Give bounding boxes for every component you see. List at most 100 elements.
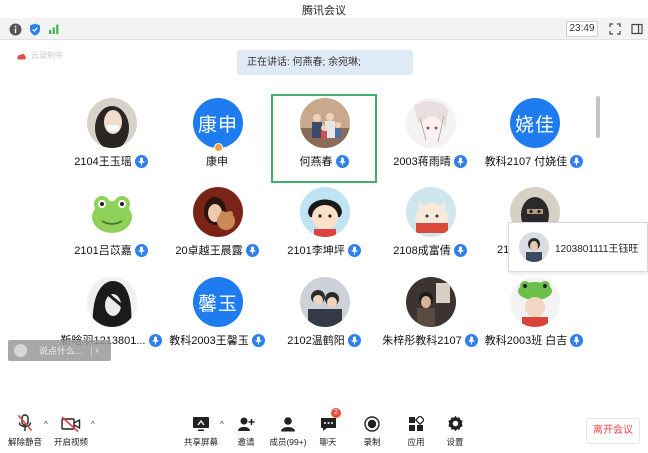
avatar: [193, 187, 243, 237]
start-video-label: 开启视频: [53, 437, 88, 447]
avatar: 娆佳: [510, 98, 560, 148]
collapse-icon[interactable]: ‹: [96, 345, 99, 356]
participant-name-row: 2104王玉瑶: [56, 153, 166, 169]
participant-name-row: 20卓越王晨露: [162, 242, 272, 258]
microphone-icon: [134, 154, 148, 168]
avatar: [406, 187, 456, 237]
microphone-icon: [148, 333, 162, 347]
participant-tile[interactable]: 20卓越王晨露: [162, 181, 272, 269]
microphone-icon: [251, 333, 265, 347]
avatar: [510, 277, 560, 327]
share-screen-icon: [192, 408, 210, 432]
add-user-icon: [237, 408, 255, 432]
hover-card-name: 1203801111王钰旺: [555, 243, 639, 255]
participant-name: 教科2003班 白吉: [484, 335, 568, 347]
participant-name: 康申: [206, 156, 228, 168]
participant-name: 2101吕苡嘉: [74, 245, 132, 257]
participant-name: 朱梓彤教科2107: [382, 335, 462, 347]
participant-name: 2104王玉瑶: [74, 156, 132, 168]
microphone-icon: [453, 154, 467, 168]
participant-tile[interactable]: 2003蒋雨晴: [375, 92, 485, 180]
members-label: 成员(99+): [269, 437, 307, 447]
avatar: [87, 187, 137, 237]
participant-name-row: 教科2003王馨玉: [162, 332, 272, 348]
participant-tile[interactable]: 康申 康申: [162, 92, 272, 180]
microphone-icon: [245, 243, 259, 257]
grid-scrollbar[interactable]: [596, 96, 600, 138]
camera-off-icon: [61, 408, 81, 432]
info-icon[interactable]: [8, 22, 22, 36]
avatar: [300, 277, 350, 327]
participant-name-row: 2102温鹤阳: [269, 332, 379, 348]
avatar: [87, 277, 137, 327]
recording-label: 云录制中: [31, 51, 63, 60]
participant-tile[interactable]: 娆佳 教科2107 付娆佳: [479, 92, 589, 180]
bottom-toolbar: 解除静音 ^ 开启视频 ^ 共享屏幕 ^ 邀请 成员(99+) 聊天 2 录制 …: [0, 408, 648, 453]
meeting-clock: 23:49: [566, 21, 598, 37]
avatar: [406, 277, 456, 327]
participant-tile[interactable]: 2108成富倩: [375, 181, 485, 269]
apps-icon: [408, 408, 424, 432]
chat-unread-badge: 2: [331, 408, 341, 418]
participant-name-row: 2101吕苡嘉: [56, 242, 166, 258]
fullscreen-icon[interactable]: [608, 22, 622, 36]
invite-button[interactable]: 邀请: [232, 408, 260, 448]
participant-tile[interactable]: 朱梓彤教科2107: [375, 271, 485, 359]
apps-label: 应用: [407, 437, 425, 447]
avatar: 康申: [193, 98, 243, 148]
participant-tile[interactable]: 2104王玉瑶: [56, 92, 166, 180]
participant-name: 2102温鹤阳: [287, 335, 345, 347]
speaking-banner: 正在讲话: 何燕春; 余宛琳;: [237, 50, 413, 75]
cloud-recording-indicator: 云录制中: [16, 50, 63, 61]
participant-tile[interactable]: 2102温鹤阳: [269, 271, 379, 359]
participant-tile[interactable]: 馨玉 教科2003王馨玉: [162, 271, 272, 359]
emoji-icon[interactable]: [14, 344, 27, 357]
mute-options-caret-icon[interactable]: ^: [44, 420, 48, 429]
avatar: [519, 232, 549, 262]
microphone-icon: [134, 243, 148, 257]
participant-hover-card[interactable]: 1203801111王钰旺: [508, 222, 648, 272]
participant-name-row: 康申: [162, 153, 272, 169]
participant-name: 2108成富倩: [393, 245, 451, 257]
share-options-caret-icon[interactable]: ^: [220, 420, 224, 429]
record-label: 录制: [363, 437, 381, 447]
chat-label: 聊天: [319, 437, 337, 447]
chat-placeholder: 说点什么...: [39, 346, 83, 356]
microphone-icon: [570, 333, 584, 347]
shield-icon[interactable]: [28, 22, 42, 36]
chat-button[interactable]: 聊天 2: [316, 408, 341, 448]
chat-quick-input[interactable]: 说点什么... ‹: [8, 340, 111, 361]
active-speaker-frame: [271, 94, 377, 183]
host-badge-icon: [214, 143, 223, 152]
members-button[interactable]: 成员(99+): [268, 408, 308, 448]
record-button[interactable]: 录制: [360, 408, 384, 448]
unmute-button[interactable]: 解除静音: [6, 408, 44, 448]
participant-name-row: 2101李坤坪: [269, 242, 379, 258]
microphone-icon: [453, 243, 467, 257]
participant-name-row: 朱梓彤教科2107: [375, 332, 485, 348]
window-title: 腾讯会议: [302, 5, 346, 17]
divider: [90, 344, 92, 357]
share-screen-label: 共享屏幕: [183, 437, 218, 447]
participant-tile[interactable]: 2101吕苡嘉: [56, 181, 166, 269]
video-options-caret-icon[interactable]: ^: [91, 420, 95, 429]
signal-icon[interactable]: [47, 22, 61, 36]
cloud-icon: [17, 53, 26, 59]
microphone-icon: [347, 333, 361, 347]
sidebar-toggle-icon[interactable]: [630, 22, 644, 36]
record-icon: [364, 408, 380, 432]
title-bar: 腾讯会议: [0, 0, 648, 18]
participant-tile[interactable]: 2101李坤坪: [269, 181, 379, 269]
settings-button[interactable]: 设置: [443, 408, 467, 448]
participant-name: 2101李坤坪: [287, 245, 345, 257]
participant-name: 教科2003王馨玉: [169, 335, 249, 347]
avatar: [300, 187, 350, 237]
participant-tile[interactable]: 教科2003班 白吉: [479, 271, 589, 359]
share-screen-button[interactable]: 共享屏幕: [181, 408, 221, 448]
gear-icon: [447, 408, 464, 432]
unmute-label: 解除静音: [7, 437, 42, 447]
status-bar: 23:49: [0, 18, 648, 40]
start-video-button[interactable]: 开启视频: [52, 408, 90, 448]
apps-button[interactable]: 应用: [404, 408, 428, 448]
leave-meeting-button[interactable]: 离开会议: [586, 418, 640, 444]
